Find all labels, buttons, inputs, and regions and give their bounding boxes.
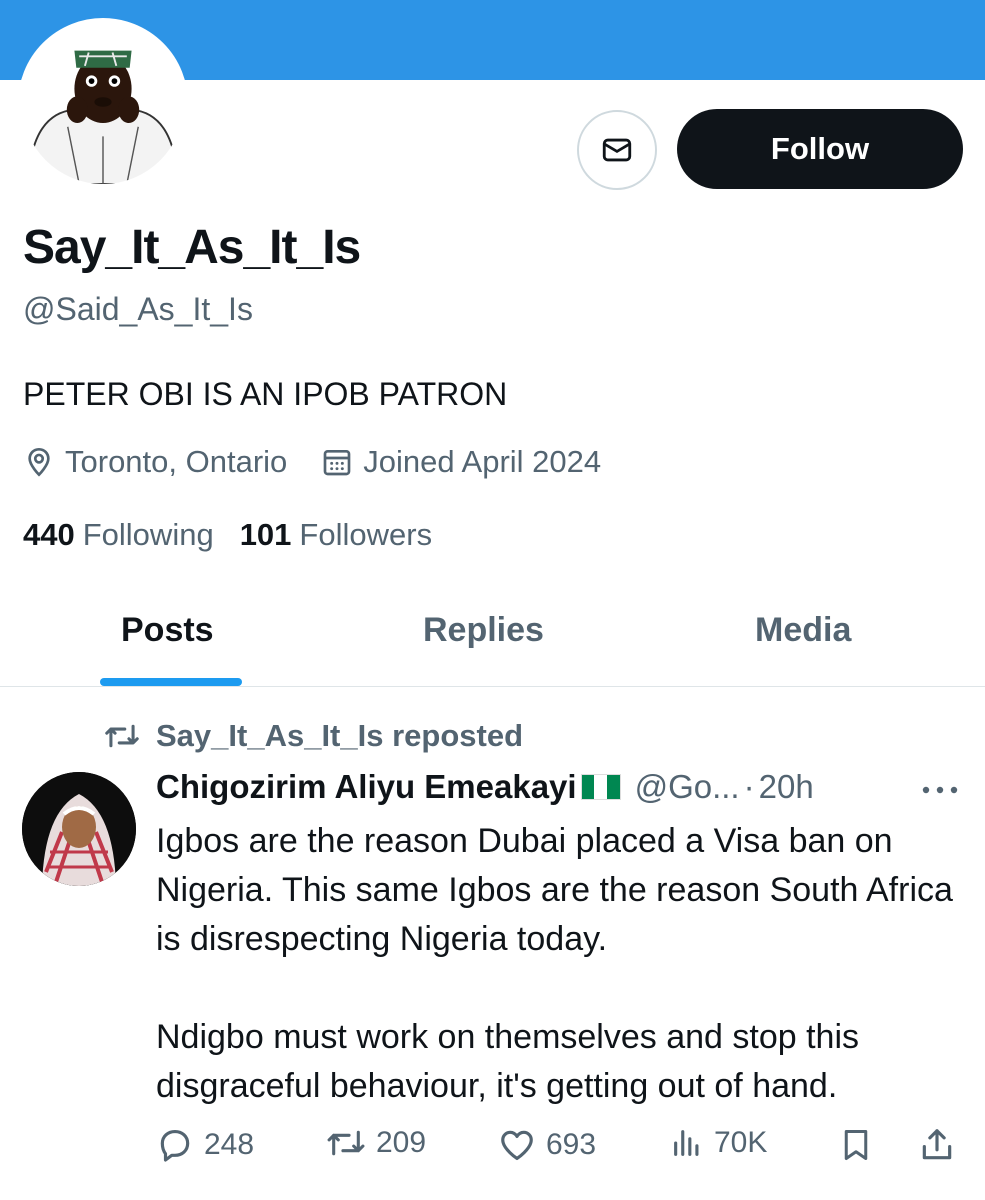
profile-avatar[interactable]: [18, 18, 188, 188]
post-timestamp[interactable]: 20h: [759, 768, 814, 806]
avatar-illustration: [22, 22, 184, 184]
views-icon: [674, 1130, 699, 1156]
like-button[interactable]: 693: [498, 1126, 596, 1164]
post-body: Igbos are the reason Dubai placed a Visa…: [156, 817, 966, 1111]
heart-icon: [501, 1130, 533, 1161]
message-button[interactable]: [577, 110, 657, 190]
post-author-handle[interactable]: @Go...: [635, 768, 740, 806]
reply-icon: [160, 1129, 190, 1162]
post-header: Chigozirim Aliyu Emeakayi @Go... · 20h: [156, 768, 814, 806]
follow-button[interactable]: Follow: [677, 109, 963, 189]
location-text: Toronto, Ontario: [65, 444, 288, 479]
tab-media[interactable]: Media: [755, 611, 851, 650]
repost-icon: [105, 724, 139, 748]
following-label: Following: [82, 517, 214, 552]
views-button[interactable]: 70K: [670, 1126, 767, 1160]
share-button[interactable]: [918, 1126, 966, 1164]
profile-handle: @Said_As_It_Is: [23, 291, 253, 327]
separator-dot: ·: [743, 768, 755, 805]
bookmark-icon: [844, 1130, 868, 1160]
location-pin-icon: [28, 447, 50, 477]
bookmark-button[interactable]: [838, 1126, 884, 1164]
active-tab-indicator: [100, 678, 242, 686]
nigeria-flag-icon: [580, 774, 621, 800]
post-author-avatar[interactable]: [22, 772, 136, 886]
following-link[interactable]: 440 Following: [23, 517, 214, 553]
like-count: 693: [546, 1128, 597, 1161]
reply-count: 248: [204, 1128, 255, 1161]
repost-icon: [327, 1130, 365, 1156]
repost-count: 209: [376, 1126, 427, 1159]
followers-count: 101: [239, 517, 292, 552]
envelope-icon: [602, 138, 632, 162]
post-author-name[interactable]: Chigozirim Aliyu Emeakayi: [156, 768, 577, 806]
profile-tabs: Posts Replies Media: [0, 585, 985, 687]
joined-text: Joined April 2024: [363, 444, 602, 479]
tab-posts[interactable]: Posts: [121, 611, 214, 650]
reply-button[interactable]: 248: [156, 1126, 254, 1164]
location-item: Toronto, Ontario: [23, 444, 287, 480]
post-paragraph: Ndigbo must work on themselves and stop …: [156, 1018, 860, 1105]
views-count: 70K: [714, 1126, 768, 1159]
followers-label: Followers: [299, 517, 433, 552]
share-icon: [922, 1129, 952, 1160]
profile-bio: PETER OBI IS AN IPOB PATRON: [23, 376, 508, 412]
followers-link[interactable]: 101 Followers: [240, 517, 432, 553]
profile-display-name: Say_It_As_It_Is: [23, 221, 361, 274]
more-icon: [922, 786, 958, 794]
profile-meta: Toronto, Ontario Joined April 2024: [23, 444, 601, 480]
repost-button[interactable]: 209: [326, 1126, 426, 1160]
profile-counts: 440 Following 101 Followers: [23, 517, 432, 553]
following-count: 440: [23, 517, 75, 552]
joined-item: Joined April 2024: [321, 444, 601, 480]
post-paragraph: Igbos are the reason Dubai placed a Visa…: [156, 822, 953, 958]
author-photo: [22, 772, 136, 886]
tab-replies[interactable]: Replies: [423, 611, 544, 650]
repost-indicator[interactable]: Say_It_As_It_Is reposted: [104, 718, 523, 754]
repost-label: Say_It_As_It_Is reposted: [156, 718, 524, 753]
post-more-button[interactable]: [918, 770, 962, 810]
post-actions: 248 209 693 70K: [156, 1126, 966, 1172]
calendar-icon: [323, 450, 351, 476]
